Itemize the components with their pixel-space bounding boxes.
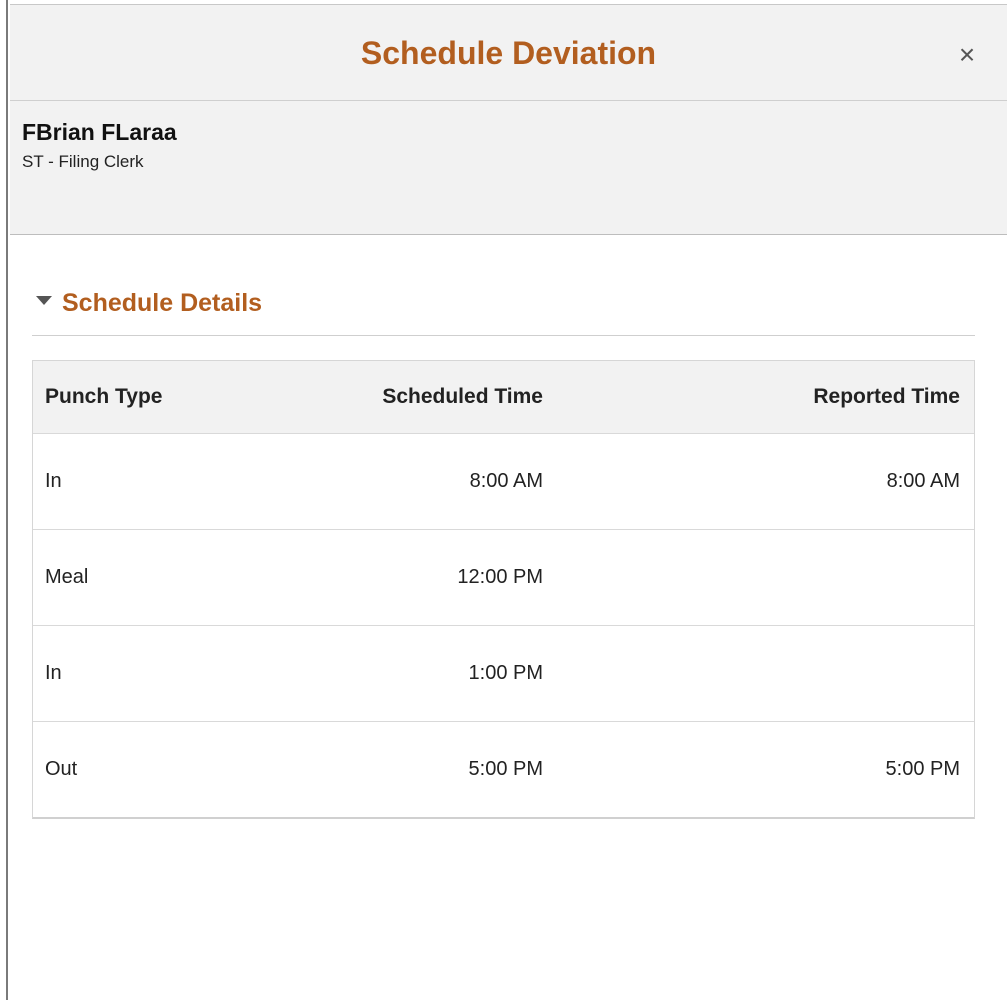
close-icon[interactable]: × <box>953 41 981 69</box>
column-header-punch-type: Punch Type <box>45 385 163 408</box>
modal-header: Schedule Deviation × <box>10 5 1007 101</box>
scheduled-time-cell: 5:00 PM <box>468 758 543 780</box>
modal-title: Schedule Deviation <box>360 35 657 71</box>
reported-time-cell: 8:00 AM <box>886 470 960 492</box>
table-row: In 1:00 PM <box>33 625 974 721</box>
employee-job-title: ST - Filing Clerk <box>22 152 144 171</box>
triangle-down-icon[interactable] <box>36 296 52 305</box>
scheduled-time-cell: 8:00 AM <box>469 470 543 492</box>
employee-name: FBrian FLaraa <box>22 119 177 145</box>
background-page-edge <box>0 0 8 1000</box>
table-row: In 8:00 AM 8:00 AM <box>33 433 974 529</box>
punch-type-cell: Out <box>45 758 78 780</box>
reported-time-cell: 5:00 PM <box>885 758 960 780</box>
table-row: Out 5:00 PM 5:00 PM <box>33 721 974 817</box>
grid-header-row: Punch Type Scheduled Time Reported Time <box>33 361 974 433</box>
scheduled-time-cell: 1:00 PM <box>468 662 543 684</box>
schedule-details-section: Schedule Details Punch Type Scheduled Ti… <box>32 289 975 819</box>
column-header-scheduled-time: Scheduled Time <box>382 385 543 408</box>
scheduled-time-cell: 12:00 PM <box>457 566 543 588</box>
punch-type-cell: In <box>45 470 62 492</box>
page: Schedule Deviation × FBrian FLaraa ST - … <box>0 0 1007 1000</box>
punch-type-cell: Meal <box>45 566 89 588</box>
column-header-reported-time: Reported Time <box>813 385 960 408</box>
section-title: Schedule Details <box>62 289 263 317</box>
punch-type-cell: In <box>45 662 62 684</box>
employee-panel: FBrian FLaraa ST - Filing Clerk <box>10 101 1007 235</box>
schedule-details-toggle[interactable]: Schedule Details <box>32 289 975 336</box>
schedule-grid: Punch Type Scheduled Time Reported Time … <box>32 360 975 819</box>
table-row: Meal 12:00 PM <box>33 529 974 625</box>
